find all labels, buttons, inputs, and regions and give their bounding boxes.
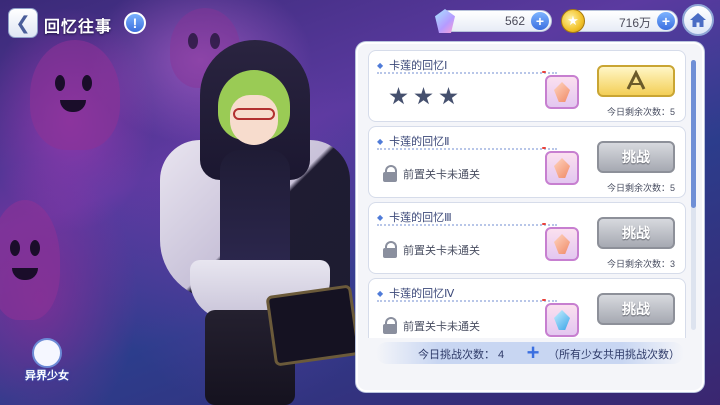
home-button[interactable]: [682, 4, 714, 36]
memory-shard-icon: [554, 234, 570, 254]
remaining-attempts: 今日剩余次数：5: [606, 183, 675, 193]
star-icon: [414, 87, 433, 105]
stage-title: 卡莲的回忆Ⅲ: [377, 209, 452, 225]
gem-counter: 562 +: [435, 9, 552, 33]
suitcase: [265, 284, 361, 367]
ghost-decoration: [30, 40, 120, 150]
stage-list[interactable]: 卡莲的回忆Ⅰ 今日剩余次数：5 卡莲的回忆Ⅱ: [368, 50, 688, 338]
stage-card[interactable]: 卡莲的回忆Ⅰ 今日剩余次数：5: [368, 50, 686, 122]
add-challenge-button[interactable]: +: [524, 342, 542, 364]
ghost-decoration: [0, 200, 60, 320]
stage-card[interactable]: 卡莲的回忆Ⅳ 前置关卡未通关 挑战: [368, 278, 686, 338]
mascot-icon: [32, 338, 62, 368]
memory-shard-icon: [554, 158, 570, 178]
home-icon: [690, 13, 706, 27]
stage-title: 卡莲的回忆Ⅱ: [377, 133, 449, 149]
memory-shard-icon: [554, 82, 570, 102]
locked-text: 前置关卡未通关: [403, 245, 480, 257]
star-icon: [439, 87, 458, 105]
reward-item[interactable]: [542, 299, 579, 337]
coin-count: 716万: [618, 16, 651, 30]
sweep-button[interactable]: [597, 65, 675, 97]
stage-card[interactable]: 卡莲的回忆Ⅱ 前置关卡未通关 挑战 今日剩余次数：5: [368, 126, 686, 198]
lock-icon: [383, 317, 397, 334]
sweep-icon: [626, 70, 646, 90]
reward-item[interactable]: [542, 223, 579, 261]
character-illustration: [150, 40, 361, 405]
star-icon: [389, 87, 408, 105]
stage-title: 卡莲的回忆Ⅳ: [377, 285, 454, 301]
game-logo: 异界少女: [22, 336, 72, 396]
page-title: 回忆往事: [44, 19, 113, 36]
add-gem-button[interactable]: +: [531, 12, 549, 30]
stage-title: 卡莲的回忆Ⅰ: [377, 57, 447, 73]
add-coin-button[interactable]: +: [657, 12, 675, 30]
locked-text: 前置关卡未通关: [403, 169, 480, 181]
daily-challenge-count: 今日挑战次数： 4: [418, 349, 505, 361]
stage-panel: 卡莲的回忆Ⅰ 今日剩余次数：5 卡莲的回忆Ⅱ: [356, 42, 704, 392]
coin-icon: ★: [561, 9, 585, 33]
exclamation-icon: !: [132, 15, 138, 31]
daily-challenge-bar: 今日挑战次数： 4 + （所有少女共用挑战次数）: [376, 342, 684, 364]
scroll-thumb[interactable]: [691, 60, 696, 208]
back-arrow-icon: ❮: [15, 12, 31, 33]
crystal-icon: [554, 310, 570, 330]
remaining-attempts: 今日剩余次数：5: [606, 107, 675, 117]
challenge-button[interactable]: 挑战: [597, 141, 675, 173]
lock-icon: [383, 241, 397, 258]
info-button[interactable]: !: [124, 12, 146, 34]
reward-item[interactable]: [542, 71, 579, 109]
shared-attempts-note: （所有少女共用挑战次数）: [548, 349, 680, 361]
locked-text: 前置关卡未通关: [403, 321, 480, 333]
challenge-button[interactable]: 挑战: [597, 293, 675, 325]
remaining-attempts: 今日剩余次数：3: [606, 259, 675, 269]
challenge-button[interactable]: 挑战: [597, 217, 675, 249]
lock-icon: [383, 165, 397, 182]
reward-item[interactable]: [542, 147, 579, 185]
scrollbar[interactable]: [691, 60, 696, 330]
coin-counter: ★ 716万 +: [561, 9, 678, 33]
logo-text: 异界少女: [25, 370, 69, 382]
star-rating: [389, 87, 458, 106]
stage-card[interactable]: 卡莲的回忆Ⅲ 前置关卡未通关 挑战 今日剩余次数：3: [368, 202, 686, 274]
back-button[interactable]: ❮: [8, 8, 38, 38]
gem-count: 562: [504, 14, 525, 28]
